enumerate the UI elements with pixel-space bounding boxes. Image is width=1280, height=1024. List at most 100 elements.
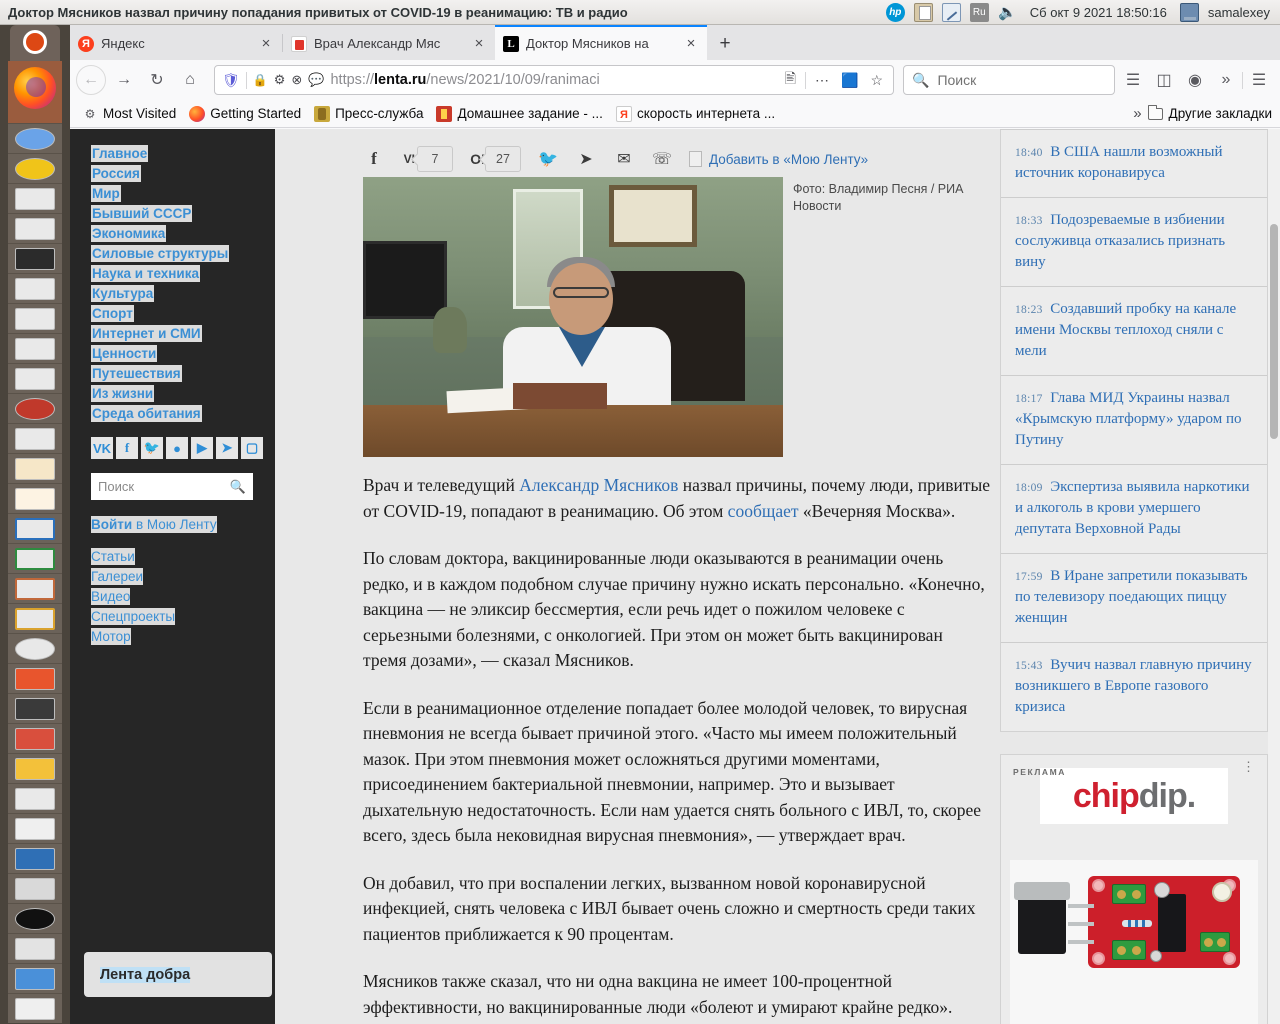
link-galerei[interactable]: Галереи — [91, 568, 144, 585]
browser-tab-lenta[interactable]: L Доктор Мясников на × — [495, 25, 707, 60]
sidebar-icon[interactable]: ◫ — [1149, 65, 1179, 95]
browser-tab-yandex[interactable]: Я Яндекс × — [70, 27, 282, 60]
scrollbar-thumb[interactable] — [1270, 224, 1278, 439]
dock-item[interactable] — [8, 423, 62, 453]
instagram-icon[interactable]: ▢ — [241, 437, 263, 459]
chipdip-logo[interactable]: chip dip. — [1040, 768, 1228, 824]
dock-item[interactable] — [8, 603, 62, 633]
search-bar[interactable]: Поиск 🔍 — [903, 65, 1115, 95]
tab-close-icon[interactable]: × — [258, 36, 274, 51]
link-video[interactable]: Видео — [91, 588, 131, 605]
add-to-my-lenta-button[interactable]: Добавить в «Мою Ленту» — [689, 151, 868, 167]
sidebar-item-nauka-i-tehnika[interactable]: Наука и техника — [91, 265, 200, 282]
sidebar-item-mir[interactable]: Мир — [91, 185, 121, 202]
news-headline[interactable]: Экспертиза выявила наркотики и алкоголь … — [1015, 479, 1250, 537]
ubuntu-launcher-icon[interactable] — [10, 25, 60, 61]
sidebar-item-kultura[interactable]: Культура — [91, 285, 155, 302]
facebook-icon[interactable]: f — [363, 148, 385, 170]
sidebar-item-byvshiy-sssr[interactable]: Бывший СССР — [91, 205, 193, 222]
dock-item[interactable] — [8, 183, 62, 213]
dock-item[interactable] — [8, 813, 62, 843]
dock-item[interactable] — [8, 153, 62, 183]
twitter-icon[interactable]: 🐦 — [537, 148, 559, 170]
dock-item[interactable] — [8, 363, 62, 393]
overflow-menu-button[interactable]: » — [1211, 65, 1241, 95]
vk-icon[interactable]: VK — [91, 437, 113, 459]
news-list-item[interactable]: 18:33 Подозреваемые в избиении сослуживц… — [1001, 197, 1267, 286]
telegram-icon[interactable]: ➤ — [575, 148, 597, 170]
hp-icon[interactable]: hp — [885, 2, 905, 22]
new-tab-button[interactable]: + — [707, 27, 743, 60]
shield-icon[interactable]: 🛡 — [222, 72, 240, 89]
browser-tab-vrach[interactable]: Врач Александр Мяс × — [283, 27, 495, 60]
search-icon[interactable]: 🔍 — [230, 479, 246, 495]
bookmark-homework[interactable]: Домашнее задание - ... — [432, 104, 606, 124]
bookmark-getting-started[interactable]: Getting Started — [185, 104, 305, 124]
sidebar-item-internet-i-smi[interactable]: Интернет и СМИ — [91, 325, 202, 342]
dock-item[interactable] — [8, 453, 62, 483]
dock-item[interactable] — [8, 723, 62, 753]
dock-item[interactable] — [8, 123, 62, 153]
odnoklassniki-icon[interactable]: ● — [166, 437, 188, 459]
display-icon[interactable] — [1179, 2, 1199, 22]
email-icon[interactable]: ✉ — [613, 148, 635, 170]
dock-item[interactable] — [8, 873, 62, 903]
news-headline[interactable]: Подозреваемые в избиении сослуживца отка… — [1015, 212, 1225, 270]
sidebar-item-puteshestviya[interactable]: Путешествия — [91, 365, 182, 382]
sidebar-item-glavnoe[interactable]: Главное — [91, 145, 149, 162]
link-motor[interactable]: Мотор — [91, 628, 131, 645]
lenta-dobra-button[interactable]: Лента добра — [84, 952, 272, 997]
sidebar-item-silovye-struktury[interactable]: Силовые структуры — [91, 245, 230, 262]
dock-item[interactable] — [8, 663, 62, 693]
news-list-item[interactable]: 17:59 В Иране запретили показывать по те… — [1001, 553, 1267, 642]
pocket-icon[interactable]: 🟦 — [838, 72, 861, 89]
reader-view-icon[interactable]: 🖹 — [782, 68, 799, 92]
news-list-item[interactable]: 15:43 Вучич назвал главную причину возни… — [1001, 642, 1267, 731]
site-search-box[interactable]: Поиск 🔍 — [91, 473, 253, 500]
pen-tablet-icon[interactable] — [941, 2, 961, 22]
news-list-item[interactable]: 18:23 Создавший пробку на канале имени М… — [1001, 286, 1267, 375]
news-list-item[interactable]: 18:40 В США нашли возможный источник кор… — [1001, 130, 1267, 197]
sidebar-item-ekonomika[interactable]: Экономика — [91, 225, 167, 242]
bookmark-star-icon[interactable]: ☆ — [867, 72, 886, 89]
firefox-dock-icon[interactable] — [8, 61, 62, 123]
forward-button[interactable]: → — [109, 65, 139, 95]
library-icon[interactable]: ☰ — [1118, 65, 1148, 95]
bookmark-press-service[interactable]: Пресс-служба — [310, 104, 427, 124]
whatsapp-icon[interactable]: ☏ — [651, 148, 673, 170]
link-stati[interactable]: Статьи — [91, 548, 135, 565]
youtube-icon[interactable]: ▶ — [191, 437, 213, 459]
sidebar-item-sport[interactable]: Спорт — [91, 305, 134, 322]
telegram-icon[interactable]: ➤ — [216, 437, 238, 459]
dock-item[interactable] — [8, 633, 62, 663]
dock-item[interactable] — [8, 543, 62, 573]
clipboard-icon[interactable] — [913, 2, 933, 22]
link-spetsproekty[interactable]: Спецпроекты — [91, 608, 176, 625]
facebook-icon[interactable]: f — [116, 437, 138, 459]
dock-item[interactable] — [8, 753, 62, 783]
dock-item[interactable] — [8, 783, 62, 813]
sidebar-item-tsennosti[interactable]: Ценности — [91, 345, 158, 362]
bookmark-most-visited[interactable]: ⚙ Most Visited — [78, 104, 180, 124]
desktop-dock[interactable] — [0, 25, 70, 1024]
dock-item[interactable] — [8, 483, 62, 513]
dock-item[interactable] — [8, 573, 62, 603]
news-headline[interactable]: В Иране запретили показывать по телевизо… — [1015, 568, 1248, 626]
login-link[interactable]: Войти в Мою Ленту — [91, 516, 217, 533]
volume-icon[interactable]: 🔈 — [998, 3, 1017, 22]
article-link[interactable]: сообщает — [728, 501, 799, 521]
news-headline[interactable]: В США нашли возможный источник коронавир… — [1015, 144, 1222, 181]
sidebar-item-iz-zhizni[interactable]: Из жизни — [91, 385, 155, 402]
dock-item[interactable] — [8, 963, 62, 993]
dock-item[interactable] — [8, 513, 62, 543]
article-link[interactable]: Александр Мясников — [519, 475, 678, 495]
dock-item[interactable] — [8, 243, 62, 273]
kebab-menu-icon[interactable]: ⋮ — [1242, 760, 1255, 773]
other-bookmarks-label[interactable]: Другие закладки — [1169, 106, 1272, 121]
bookmarks-overflow-button[interactable]: » — [1133, 105, 1141, 122]
news-list-item[interactable]: 18:17 Глава МИД Украины назвал «Крымскую… — [1001, 375, 1267, 464]
dock-item[interactable] — [8, 903, 62, 933]
page-actions-icon[interactable]: ⋯ — [812, 72, 832, 89]
app-menu-button[interactable]: ☰ — [1244, 65, 1274, 95]
dock-item[interactable] — [8, 273, 62, 303]
